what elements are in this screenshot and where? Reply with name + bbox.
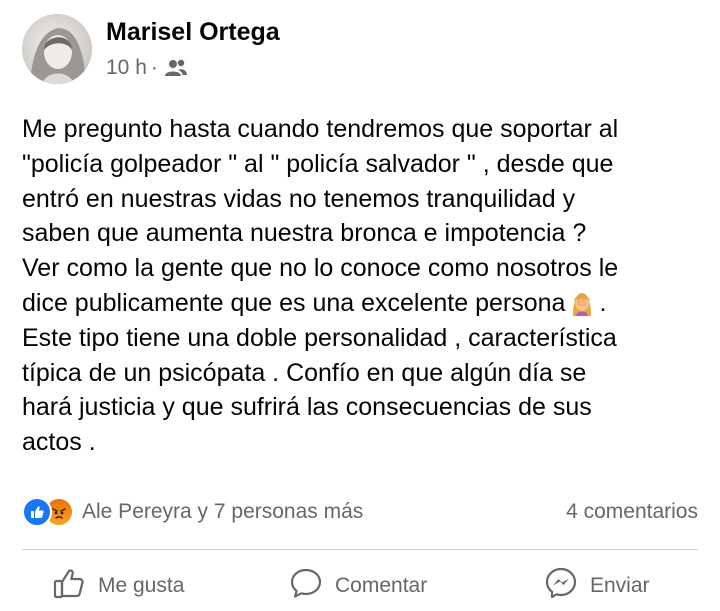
divider bbox=[22, 549, 698, 550]
author-name[interactable]: Marisel Ortega bbox=[106, 18, 280, 47]
meta-separator: · bbox=[150, 56, 158, 79]
like-label: Me gusta bbox=[98, 573, 185, 597]
avatar[interactable] bbox=[22, 14, 92, 84]
person-facepalming-emoji bbox=[568, 289, 596, 317]
comment-bubble-icon bbox=[289, 566, 323, 606]
profile-photo bbox=[22, 14, 92, 84]
post-text: Me pregunto hasta cuando tendremos que s… bbox=[22, 112, 712, 460]
send-button[interactable]: Enviar bbox=[544, 560, 650, 611]
comments-count[interactable]: 4 comentarios bbox=[566, 500, 698, 524]
comment-button[interactable]: Comentar bbox=[289, 560, 427, 611]
send-label: Enviar bbox=[590, 573, 650, 597]
thumbs-up-icon bbox=[52, 566, 86, 606]
like-reaction-icon bbox=[22, 497, 52, 527]
messenger-icon bbox=[544, 566, 578, 606]
post-time[interactable]: 10 h bbox=[106, 56, 147, 80]
post-actions: Me gusta Comentar Enviar bbox=[0, 560, 720, 611]
reactors-summary[interactable]: Ale Pereyra y 7 personas más bbox=[82, 500, 363, 524]
post-meta: 10 h · bbox=[106, 56, 188, 80]
friends-icon bbox=[164, 59, 188, 77]
reactions-bar: Ale Pereyra y 7 personas más 4 comentari… bbox=[22, 492, 702, 532]
like-button[interactable]: Me gusta bbox=[52, 560, 184, 611]
comment-label: Comentar bbox=[335, 573, 428, 597]
reaction-icons[interactable] bbox=[22, 497, 74, 527]
post-header: Marisel Ortega 10 h · bbox=[0, 0, 720, 100]
post-text-main: Me pregunto hasta cuando tendremos que s… bbox=[22, 115, 619, 317]
